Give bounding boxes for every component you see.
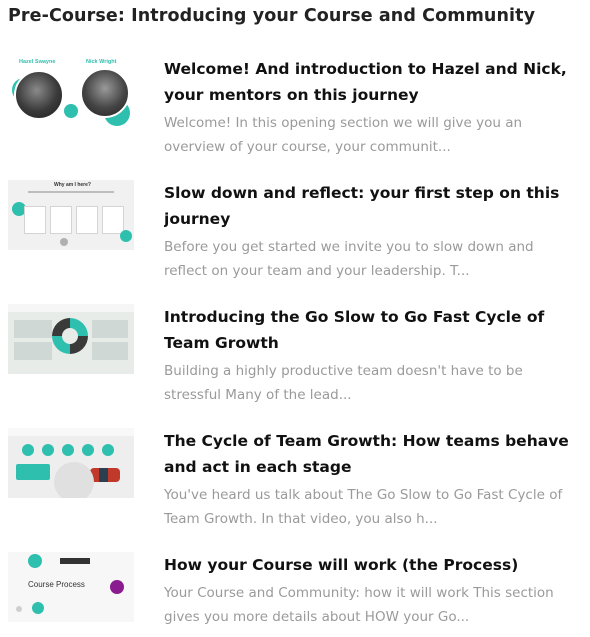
section-title: Pre-Course: Introducing your Course and … bbox=[8, 6, 536, 26]
thumb-header-bar bbox=[8, 304, 134, 312]
lesson-thumbnail[interactable]: Why am I here? bbox=[8, 180, 134, 250]
lesson-description: You've heard us talk about The Go Slow t… bbox=[164, 487, 563, 527]
lesson-title[interactable]: How your Course will work (the Process) bbox=[164, 552, 580, 578]
stage-icon bbox=[62, 444, 74, 456]
thumb-callout bbox=[16, 464, 50, 480]
mentor-label-hazel: Hazel Swayne bbox=[19, 59, 56, 65]
lesson-thumbnail[interactable] bbox=[8, 428, 134, 498]
lesson-title[interactable]: Slow down and reflect: your first step o… bbox=[164, 180, 580, 232]
cycle-center bbox=[62, 328, 78, 344]
accent-circle bbox=[120, 230, 132, 242]
lesson-thumbnail[interactable]: Hazel Swayne Nick Wright bbox=[8, 56, 134, 126]
accent-circle bbox=[64, 104, 78, 118]
lesson-item[interactable]: Introducing the Go Slow to Go Fast Cycle… bbox=[8, 304, 584, 404]
purple-circle bbox=[110, 580, 124, 594]
stage-icon bbox=[42, 444, 54, 456]
thumb-text-block bbox=[92, 320, 128, 338]
lesson-description: Before you get started we invite you to … bbox=[164, 239, 534, 279]
lesson-item[interactable]: The Cycle of Team Growth: How teams beha… bbox=[8, 428, 584, 528]
lesson-description: Building a highly productive team doesn'… bbox=[164, 363, 523, 403]
thumb-text-block bbox=[14, 320, 52, 338]
lesson-description: Welcome! In this opening section we will… bbox=[164, 115, 523, 155]
people-illustration bbox=[90, 468, 120, 482]
thumb-text-block bbox=[14, 342, 52, 360]
card bbox=[102, 206, 124, 234]
nick-photo bbox=[80, 68, 130, 118]
grey-circle bbox=[54, 462, 94, 498]
lesson-title[interactable]: Introducing the Go Slow to Go Fast Cycle… bbox=[164, 304, 580, 356]
card bbox=[24, 206, 46, 234]
stage-icon bbox=[102, 444, 114, 456]
lesson-thumbnail[interactable]: Course Process bbox=[8, 552, 134, 622]
thumb-text-block bbox=[92, 342, 128, 360]
stage-icon bbox=[82, 444, 94, 456]
grey-dot bbox=[60, 238, 68, 246]
mentor-label-nick: Nick Wright bbox=[86, 59, 117, 65]
grey-dot bbox=[16, 606, 22, 612]
card bbox=[76, 206, 98, 234]
lesson-item[interactable]: Hazel Swayne Nick Wright Welcome! And in… bbox=[8, 56, 584, 156]
logo-block bbox=[60, 558, 90, 564]
thumb-heading: Course Process bbox=[28, 580, 85, 589]
thumb-subtext-line bbox=[28, 191, 114, 193]
accent-circle bbox=[28, 554, 42, 568]
lesson-title[interactable]: The Cycle of Team Growth: How teams beha… bbox=[164, 428, 580, 480]
card bbox=[50, 206, 72, 234]
accent-circle bbox=[32, 602, 44, 614]
lesson-item[interactable]: Why am I here? Slow down and reflect: yo… bbox=[8, 180, 584, 280]
thumb-header-bar bbox=[8, 428, 134, 436]
lesson-description: Your Course and Community: how it will w… bbox=[164, 585, 554, 625]
lesson-thumbnail[interactable] bbox=[8, 304, 134, 374]
stage-icon bbox=[22, 444, 34, 456]
lesson-item[interactable]: Course Process How your Course will work… bbox=[8, 552, 584, 632]
hazel-photo bbox=[14, 70, 64, 120]
lesson-title[interactable]: Welcome! And introduction to Hazel and N… bbox=[164, 56, 580, 108]
thumb-heading: Why am I here? bbox=[54, 182, 91, 188]
